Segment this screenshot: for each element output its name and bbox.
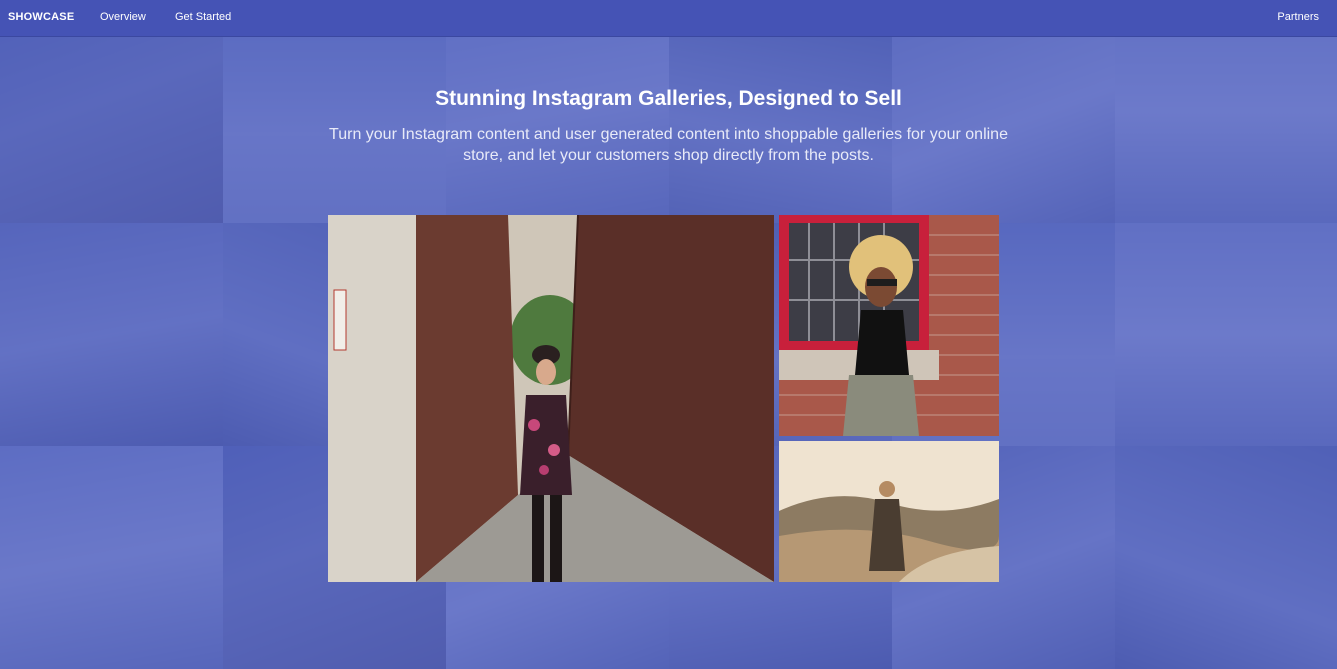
hero-subtitle: Turn your Instagram content and user gen… [329,126,1008,164]
nav-link-overview[interactable]: Overview [100,11,146,23]
gallery-photo-hillside[interactable] [779,441,999,582]
showcase-gallery [328,215,1000,582]
nav-link-partners[interactable]: Partners [1277,11,1319,23]
gallery-photo-alley[interactable] [328,215,774,582]
hero-title: Stunning Instagram Galleries, Designed t… [435,87,902,110]
background-tile [0,446,223,669]
brand-logo[interactable]: SHOWCASE [8,11,74,23]
brick-wall-photo-illustration [779,215,999,436]
background-tile [1115,223,1337,446]
top-nav-bar: SHOWCASE Overview Get Started Partners [0,0,1337,37]
background-tile [1115,446,1337,669]
alley-photo-illustration [328,215,774,582]
nav-link-get-started[interactable]: Get Started [175,11,231,23]
gallery-photo-brick-wall[interactable] [779,215,999,436]
hillside-photo-illustration [779,441,999,582]
hero-section: Stunning Instagram Galleries, Designed t… [0,37,1337,166]
background-tile [0,223,223,446]
